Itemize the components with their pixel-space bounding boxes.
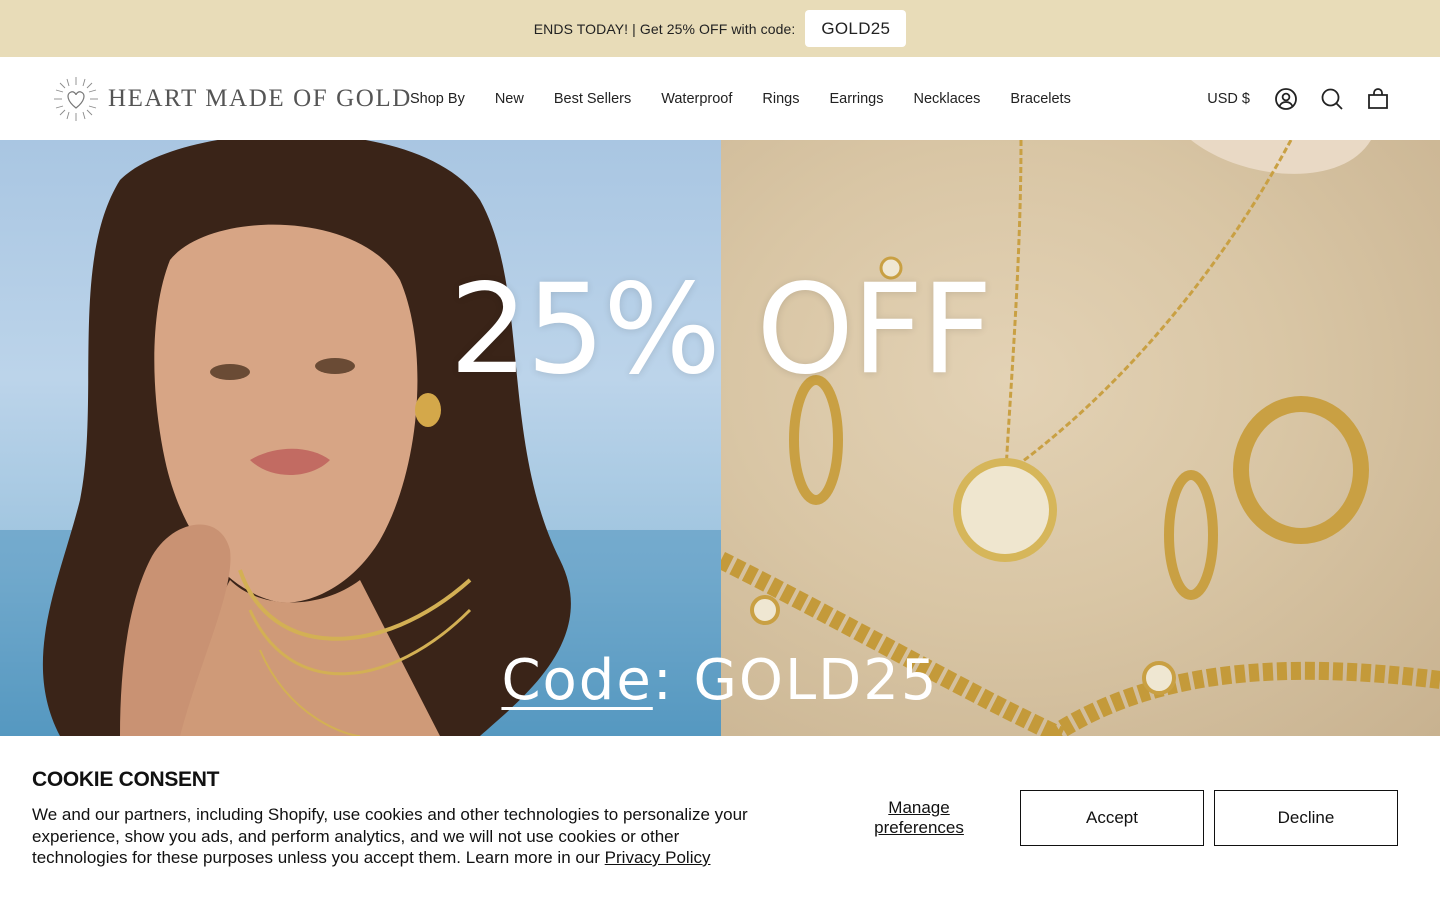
logo[interactable]: HEART MADE OF GOLD — [52, 74, 412, 124]
hero-code-label: Code — [501, 648, 653, 713]
search-icon[interactable] — [1320, 87, 1344, 111]
accept-button[interactable]: Accept — [1020, 790, 1204, 846]
nav-earrings[interactable]: Earrings — [829, 91, 883, 107]
cookie-description: We and our partners, including Shopify, … — [32, 804, 772, 869]
announcement-text: ENDS TODAY! | Get 25% OFF with code: — [533, 20, 796, 37]
nav-new[interactable]: New — [495, 91, 524, 107]
account-icon[interactable] — [1274, 87, 1298, 111]
hero-headline: 25% OFF — [449, 258, 992, 402]
privacy-policy-link[interactable]: Privacy Policy — [605, 848, 711, 867]
cookie-consent-banner: COOKIE CONSENT We and our partners, incl… — [0, 736, 1440, 900]
promo-code-badge[interactable]: GOLD25 — [805, 10, 907, 47]
site-header: HEART MADE OF GOLD Shop By New Best Sell… — [0, 57, 1440, 140]
nav-best-sellers[interactable]: Best Sellers — [554, 91, 631, 107]
cart-icon[interactable] — [1366, 87, 1390, 111]
announcement-bar: ENDS TODAY! | Get 25% OFF with code: GOL… — [0, 0, 1440, 57]
heart-sunburst-icon — [54, 77, 98, 121]
decline-button[interactable]: Decline — [1214, 790, 1398, 846]
manage-preferences-button[interactable]: Manage preferences — [855, 798, 983, 838]
hero-code-value: GOLD25 — [693, 648, 939, 713]
logo-wordmark: HEART MADE OF GOLD — [108, 85, 412, 112]
currency-selector[interactable]: USD $ — [1207, 91, 1250, 107]
header-actions: USD $ — [1207, 57, 1390, 140]
hero-code-separator: : — [652, 648, 674, 713]
nav-necklaces[interactable]: Necklaces — [913, 91, 980, 107]
jewelry-illustration — [721, 140, 1440, 736]
cookie-title: COOKIE CONSENT — [32, 768, 220, 791]
nav-rings[interactable]: Rings — [762, 91, 799, 107]
hero-banner[interactable]: 25% OFF Code: GOLD25 — [0, 140, 1440, 736]
main-nav: Shop By New Best Sellers Waterproof Ring… — [410, 57, 1071, 140]
hero-jewelry-photo — [721, 140, 1440, 736]
nav-waterproof[interactable]: Waterproof — [661, 91, 732, 107]
hero-promo-code: Code: GOLD25 — [0, 648, 1440, 713]
model-illustration — [0, 140, 721, 736]
nav-bracelets[interactable]: Bracelets — [1010, 91, 1070, 107]
nav-shop-by[interactable]: Shop By — [410, 91, 465, 107]
hero-model-photo — [0, 140, 721, 736]
